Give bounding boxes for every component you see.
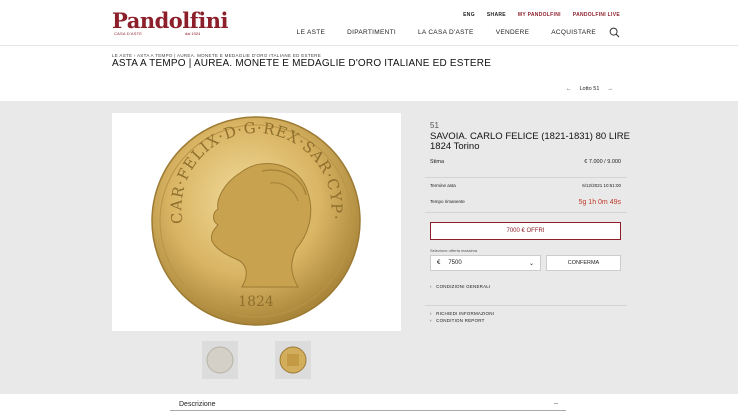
max-bid-value: 7500 [448, 260, 462, 266]
end-label: Termine asta [430, 183, 456, 188]
chevron-down-icon: ⌄ [528, 260, 534, 267]
share-link[interactable]: SHARE [487, 12, 506, 18]
coin-date: 1824 [238, 294, 274, 310]
main-nav: LE ASTE DIPARTIMENTI LA CASA D'ASTE VEND… [297, 29, 596, 36]
condition-report-link[interactable]: › CONDITION REPORT [430, 318, 485, 323]
confirm-button[interactable]: CONFERMA [546, 255, 621, 271]
max-bid-label: Selezione offerta massima [430, 248, 478, 253]
divider [425, 177, 627, 178]
coin-image: CAR·FELIX·D·G·REX·SAR·CYP·ET·HIER· 1824 [105, 99, 361, 326]
end-row: Termine asta 6/12/2021 10:51:00 [430, 183, 621, 188]
nav-item-casa-aste[interactable]: LA CASA D'ASTE [418, 29, 474, 36]
lot-number: 51 [430, 121, 439, 130]
prev-arrow-icon[interactable]: ← [566, 86, 572, 92]
estimate-label: Stima [430, 159, 445, 165]
chevron-right-icon: › [430, 318, 432, 323]
remaining-row: Tempo rimanente 5g 1h 0m 49s [430, 199, 621, 206]
minus-icon[interactable]: – [554, 400, 558, 407]
brand-subtitle: CASA D'ASTE [114, 31, 143, 36]
divider [425, 212, 627, 213]
top-links: ENG SHARE MY PANDOLFINI PANDOLFINI LIVE [463, 12, 620, 18]
divider [425, 305, 627, 306]
max-bid-select[interactable]: € 7500 ⌄ [430, 255, 541, 271]
end-value: 6/12/2021 10:51:00 [582, 183, 621, 188]
page-title: ASTA A TEMPO | AUREA. MONETE E MEDAGLIE … [112, 58, 492, 69]
chevron-right-icon: › [430, 284, 432, 289]
estimate-row: Stima € 7.000 / 9.000 [430, 159, 621, 165]
brand-logo[interactable]: Pandolfini [112, 10, 229, 31]
lot-title: SAVOIA. CARLO FELICE (1821-1831) 80 LIRE… [430, 131, 630, 152]
nav-item-aste[interactable]: LE ASTE [297, 29, 325, 36]
bid-button[interactable]: 7000 € OFFRI [430, 222, 621, 240]
currency-symbol: € [437, 260, 441, 266]
lot-nav-label: Lotto 51 [579, 86, 600, 92]
remaining-label: Tempo rimanente [430, 199, 465, 204]
site-header: Pandolfini CASA D'ASTE dal 1924 ENG SHAR… [0, 0, 738, 46]
next-arrow-icon[interactable]: → [607, 86, 613, 92]
lang-link[interactable]: ENG [463, 12, 475, 18]
thumbnail-obverse[interactable] [202, 341, 238, 379]
search-icon[interactable] [609, 27, 620, 38]
nav-item-dipartimenti[interactable]: DIPARTIMENTI [347, 29, 396, 36]
my-pandolfini-link[interactable]: MY PANDOLFINI [518, 12, 561, 18]
pandolfini-live-link[interactable]: PANDOLFINI LIVE [573, 12, 620, 18]
description-toggle[interactable]: Descrizione [179, 401, 216, 408]
description-divider [170, 410, 566, 411]
nav-item-vendere[interactable]: VENDERE [496, 29, 530, 36]
estimate-value: € 7.000 / 9.000 [584, 159, 621, 165]
brand-year: dal 1924 [185, 31, 201, 36]
lot-image-panel[interactable]: CAR·FELIX·D·G·REX·SAR·CYP·ET·HIER· 1824 [105, 99, 401, 331]
lot-navigation: ← Lotto 51 → [566, 86, 613, 92]
thumbnail-reverse[interactable] [275, 341, 311, 379]
chevron-right-icon: › [430, 311, 432, 316]
request-info-link[interactable]: › RICHIEDI INFORMAZIONI [430, 311, 494, 316]
remaining-value: 5g 1h 0m 49s [578, 199, 621, 206]
conditions-link[interactable]: › CONDIZIONI GENERALI [430, 284, 490, 289]
nav-item-acquistare[interactable]: ACQUISTARE [551, 29, 596, 36]
